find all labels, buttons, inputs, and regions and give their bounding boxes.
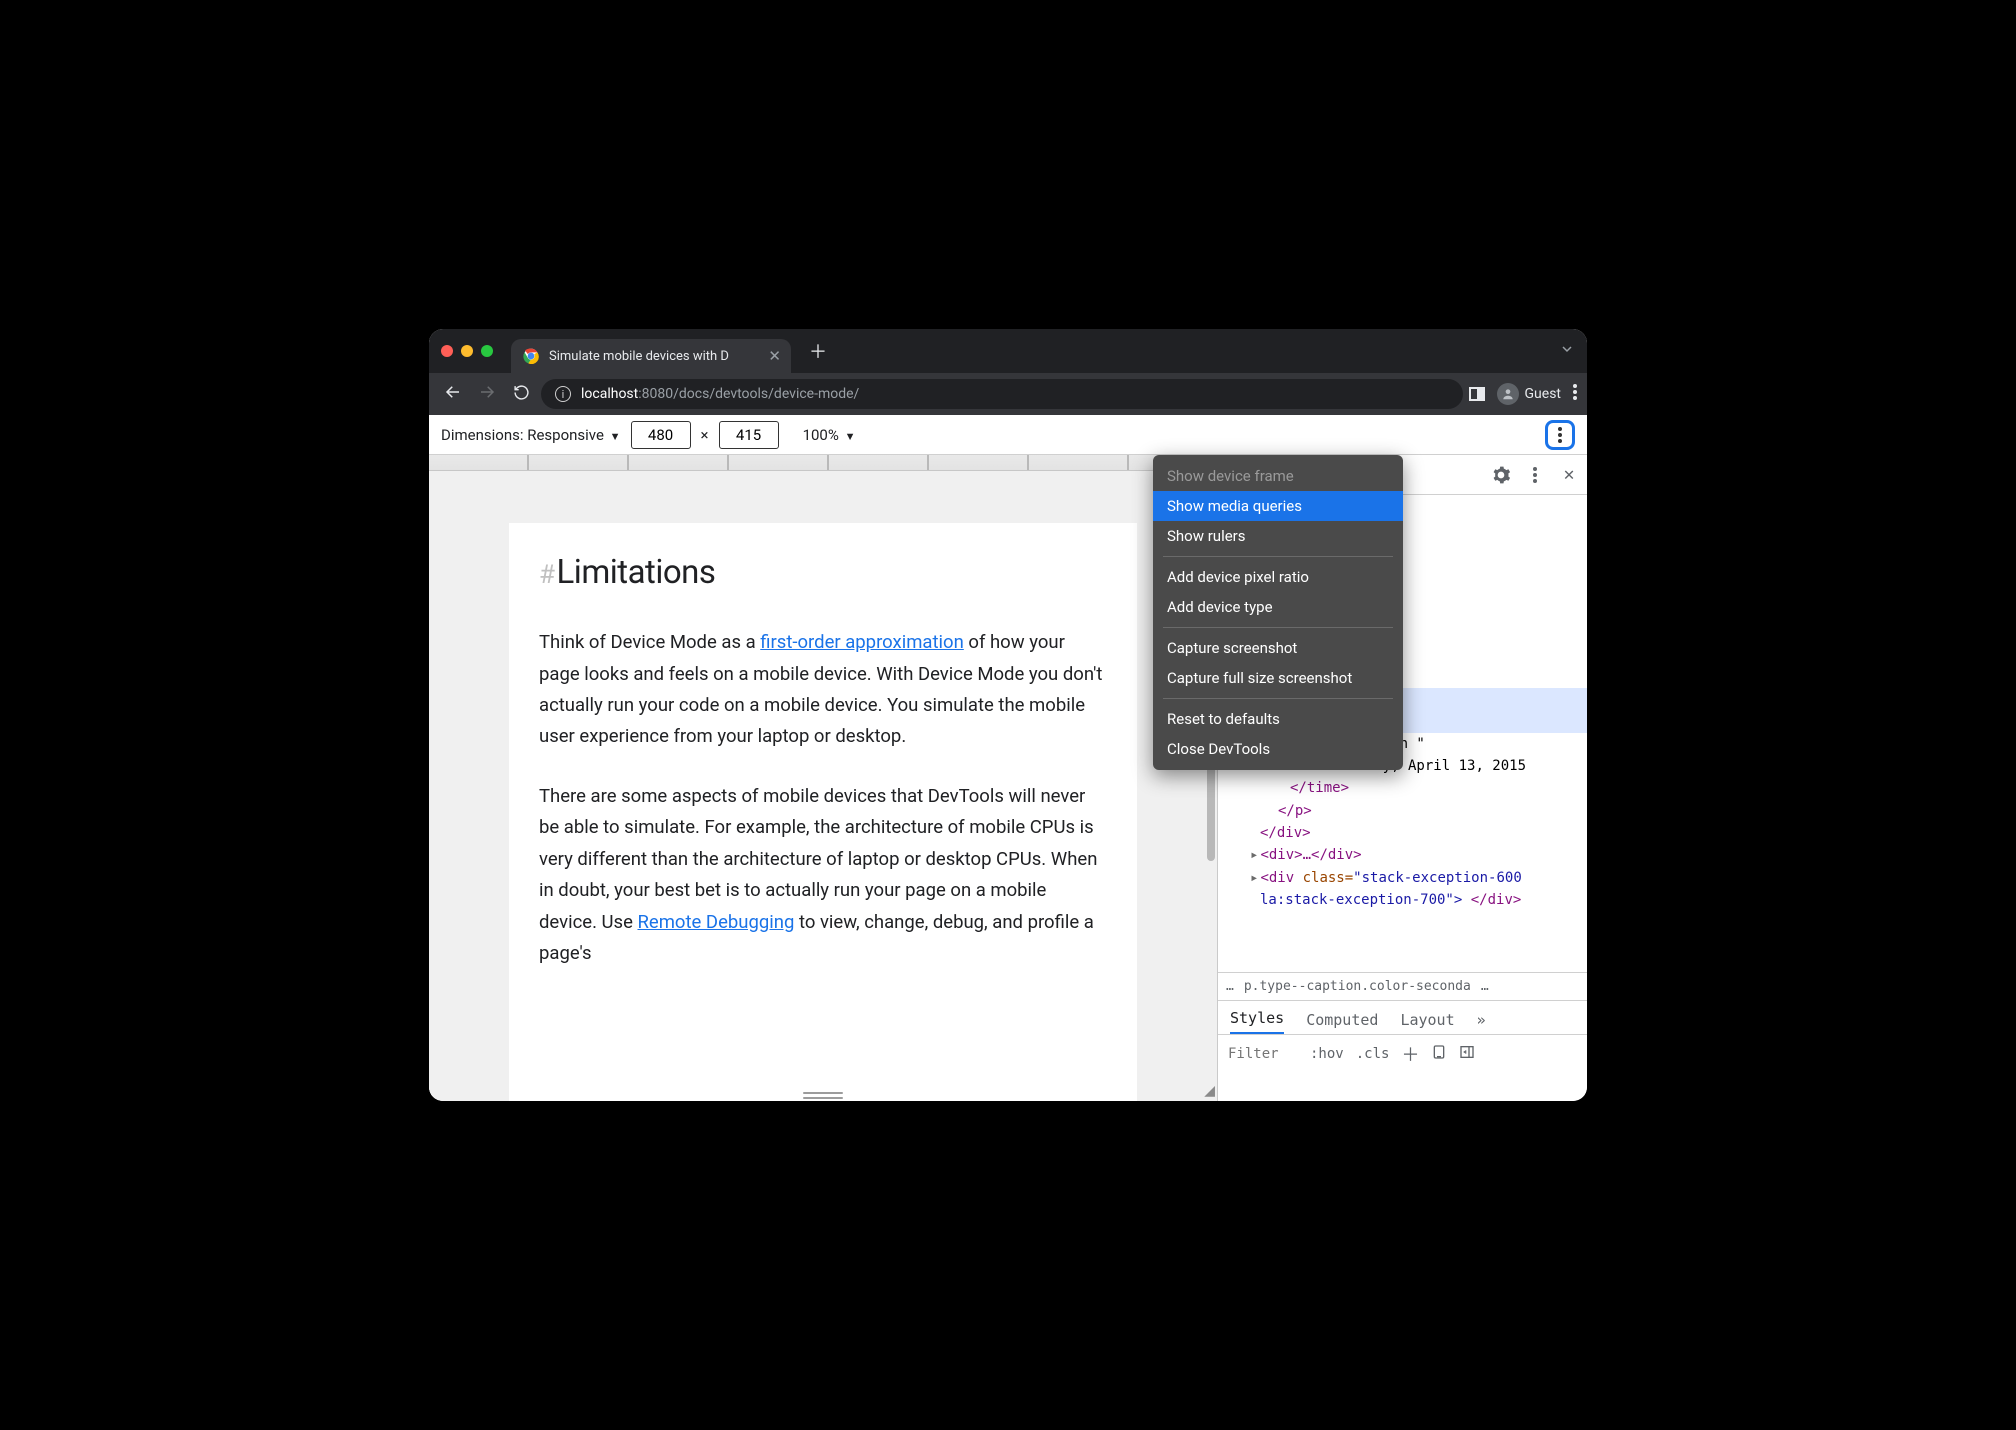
menu-separator [1163,698,1393,699]
hov-toggle[interactable]: :hov [1310,1046,1344,1062]
crumb-more-right[interactable]: … [1481,979,1489,994]
toolbar-right: Guest [1469,383,1577,405]
dimensions-dropdown[interactable]: Dimensions: Responsive ▼ [441,426,621,444]
device-options-menu: Show device frame Show media queries Sho… [1153,455,1403,770]
width-input[interactable] [631,421,691,449]
crumb-more-left[interactable]: … [1226,979,1234,994]
profile-chip[interactable]: Guest [1497,383,1561,405]
tab-close-icon[interactable]: ✕ [768,347,781,365]
menu-item-add-dpr[interactable]: Add device pixel ratio [1153,562,1403,592]
viewport-pane: #Limitations Think of Device Mode as a f… [429,455,1217,1101]
anchor-hash-icon[interactable]: # [539,560,555,590]
drag-handle[interactable] [803,1092,843,1099]
device-toolbar-more-button[interactable] [1545,420,1575,450]
tab-styles[interactable]: Styles [1230,1009,1284,1034]
menu-item-add-device-type[interactable]: Add device type [1153,592,1403,622]
paragraph: Think of Device Mode as a first-order ap… [539,627,1107,753]
reload-button[interactable] [507,384,535,405]
menu-item-show-device-frame[interactable]: Show device frame [1153,461,1403,491]
zoom-dropdown[interactable]: 100% ▼ [803,426,856,444]
tab-strip: Simulate mobile devices with D ✕ ＋ [429,329,1587,373]
settings-gear-icon[interactable] [1491,465,1511,485]
device-icon[interactable] [1431,1044,1447,1064]
tab-title: Simulate mobile devices with D [549,349,758,364]
browser-window: Simulate mobile devices with D ✕ ＋ i loc… [429,329,1587,1101]
avatar-icon [1497,383,1519,405]
window-maximize-button[interactable] [481,345,493,357]
cls-toggle[interactable]: .cls [1356,1046,1390,1062]
menu-separator [1163,556,1393,557]
tab-layout[interactable]: Layout [1400,1011,1454,1034]
device-toolbar: Dimensions: Responsive ▼ × 100% ▼ [429,415,1587,455]
window-controls [441,345,493,357]
window-close-button[interactable] [441,345,453,357]
chrome-menu-button[interactable] [1573,384,1577,404]
forward-button[interactable] [473,383,501,405]
tab-computed[interactable]: Computed [1306,1011,1378,1034]
menu-item-capture-screenshot[interactable]: Capture screenshot [1153,633,1403,663]
link-first-order[interactable]: first-order approximation [760,631,964,653]
menu-item-close-devtools[interactable]: Close DevTools [1153,734,1403,764]
dom-breadcrumbs[interactable]: … p.type--caption.color-seconda … [1218,972,1587,1000]
new-style-rule-icon[interactable]: ＋ [1401,1041,1419,1067]
toggle-sidebar-icon[interactable] [1459,1044,1475,1064]
new-tab-button[interactable]: ＋ [809,338,827,364]
address-bar[interactable]: i localhost:8080/docs/devtools/device-mo… [541,379,1463,409]
paragraph: There are some aspects of mobile devices… [539,781,1107,970]
menu-item-capture-full-screenshot[interactable]: Capture full size screenshot [1153,663,1403,693]
styles-tabs: Styles Computed Layout » [1218,1000,1587,1034]
browser-tab[interactable]: Simulate mobile devices with D ✕ [511,339,791,373]
ruler[interactable] [429,455,1217,471]
menu-item-reset[interactable]: Reset to defaults [1153,704,1403,734]
tabs-chevron-icon[interactable] [1559,341,1575,361]
times-label: × [701,426,709,444]
menu-item-show-media-queries[interactable]: Show media queries [1153,491,1403,521]
link-remote-debugging[interactable]: Remote Debugging [638,911,795,933]
resize-corner-icon[interactable]: ◢ [1204,1083,1215,1099]
site-info-icon[interactable]: i [555,386,571,402]
main-split: #Limitations Think of Device Mode as a f… [429,455,1587,1101]
menu-item-show-rulers[interactable]: Show rulers [1153,521,1403,551]
devtools-menu-button[interactable] [1525,465,1545,485]
styles-overflow[interactable]: » [1477,1011,1486,1034]
styles-filter-input[interactable] [1228,1046,1298,1062]
height-input[interactable] [719,421,779,449]
devtools-close-button[interactable]: ✕ [1559,465,1579,485]
page-content: #Limitations Think of Device Mode as a f… [509,523,1137,1101]
profile-label: Guest [1525,386,1561,402]
window-minimize-button[interactable] [461,345,473,357]
chrome-favicon-icon [523,348,539,364]
device-viewport: #Limitations Think of Device Mode as a f… [429,471,1217,1101]
back-button[interactable] [439,383,467,405]
page-heading: #Limitations [539,545,1107,601]
side-panel-icon[interactable] [1469,387,1485,401]
menu-separator [1163,627,1393,628]
crumb-selected[interactable]: p.type--caption.color-seconda [1244,979,1471,994]
toolbar: i localhost:8080/docs/devtools/device-mo… [429,373,1587,415]
url-text: localhost:8080/docs/devtools/device-mode… [581,386,859,402]
styles-filter-bar: :hov .cls ＋ [1218,1034,1587,1072]
